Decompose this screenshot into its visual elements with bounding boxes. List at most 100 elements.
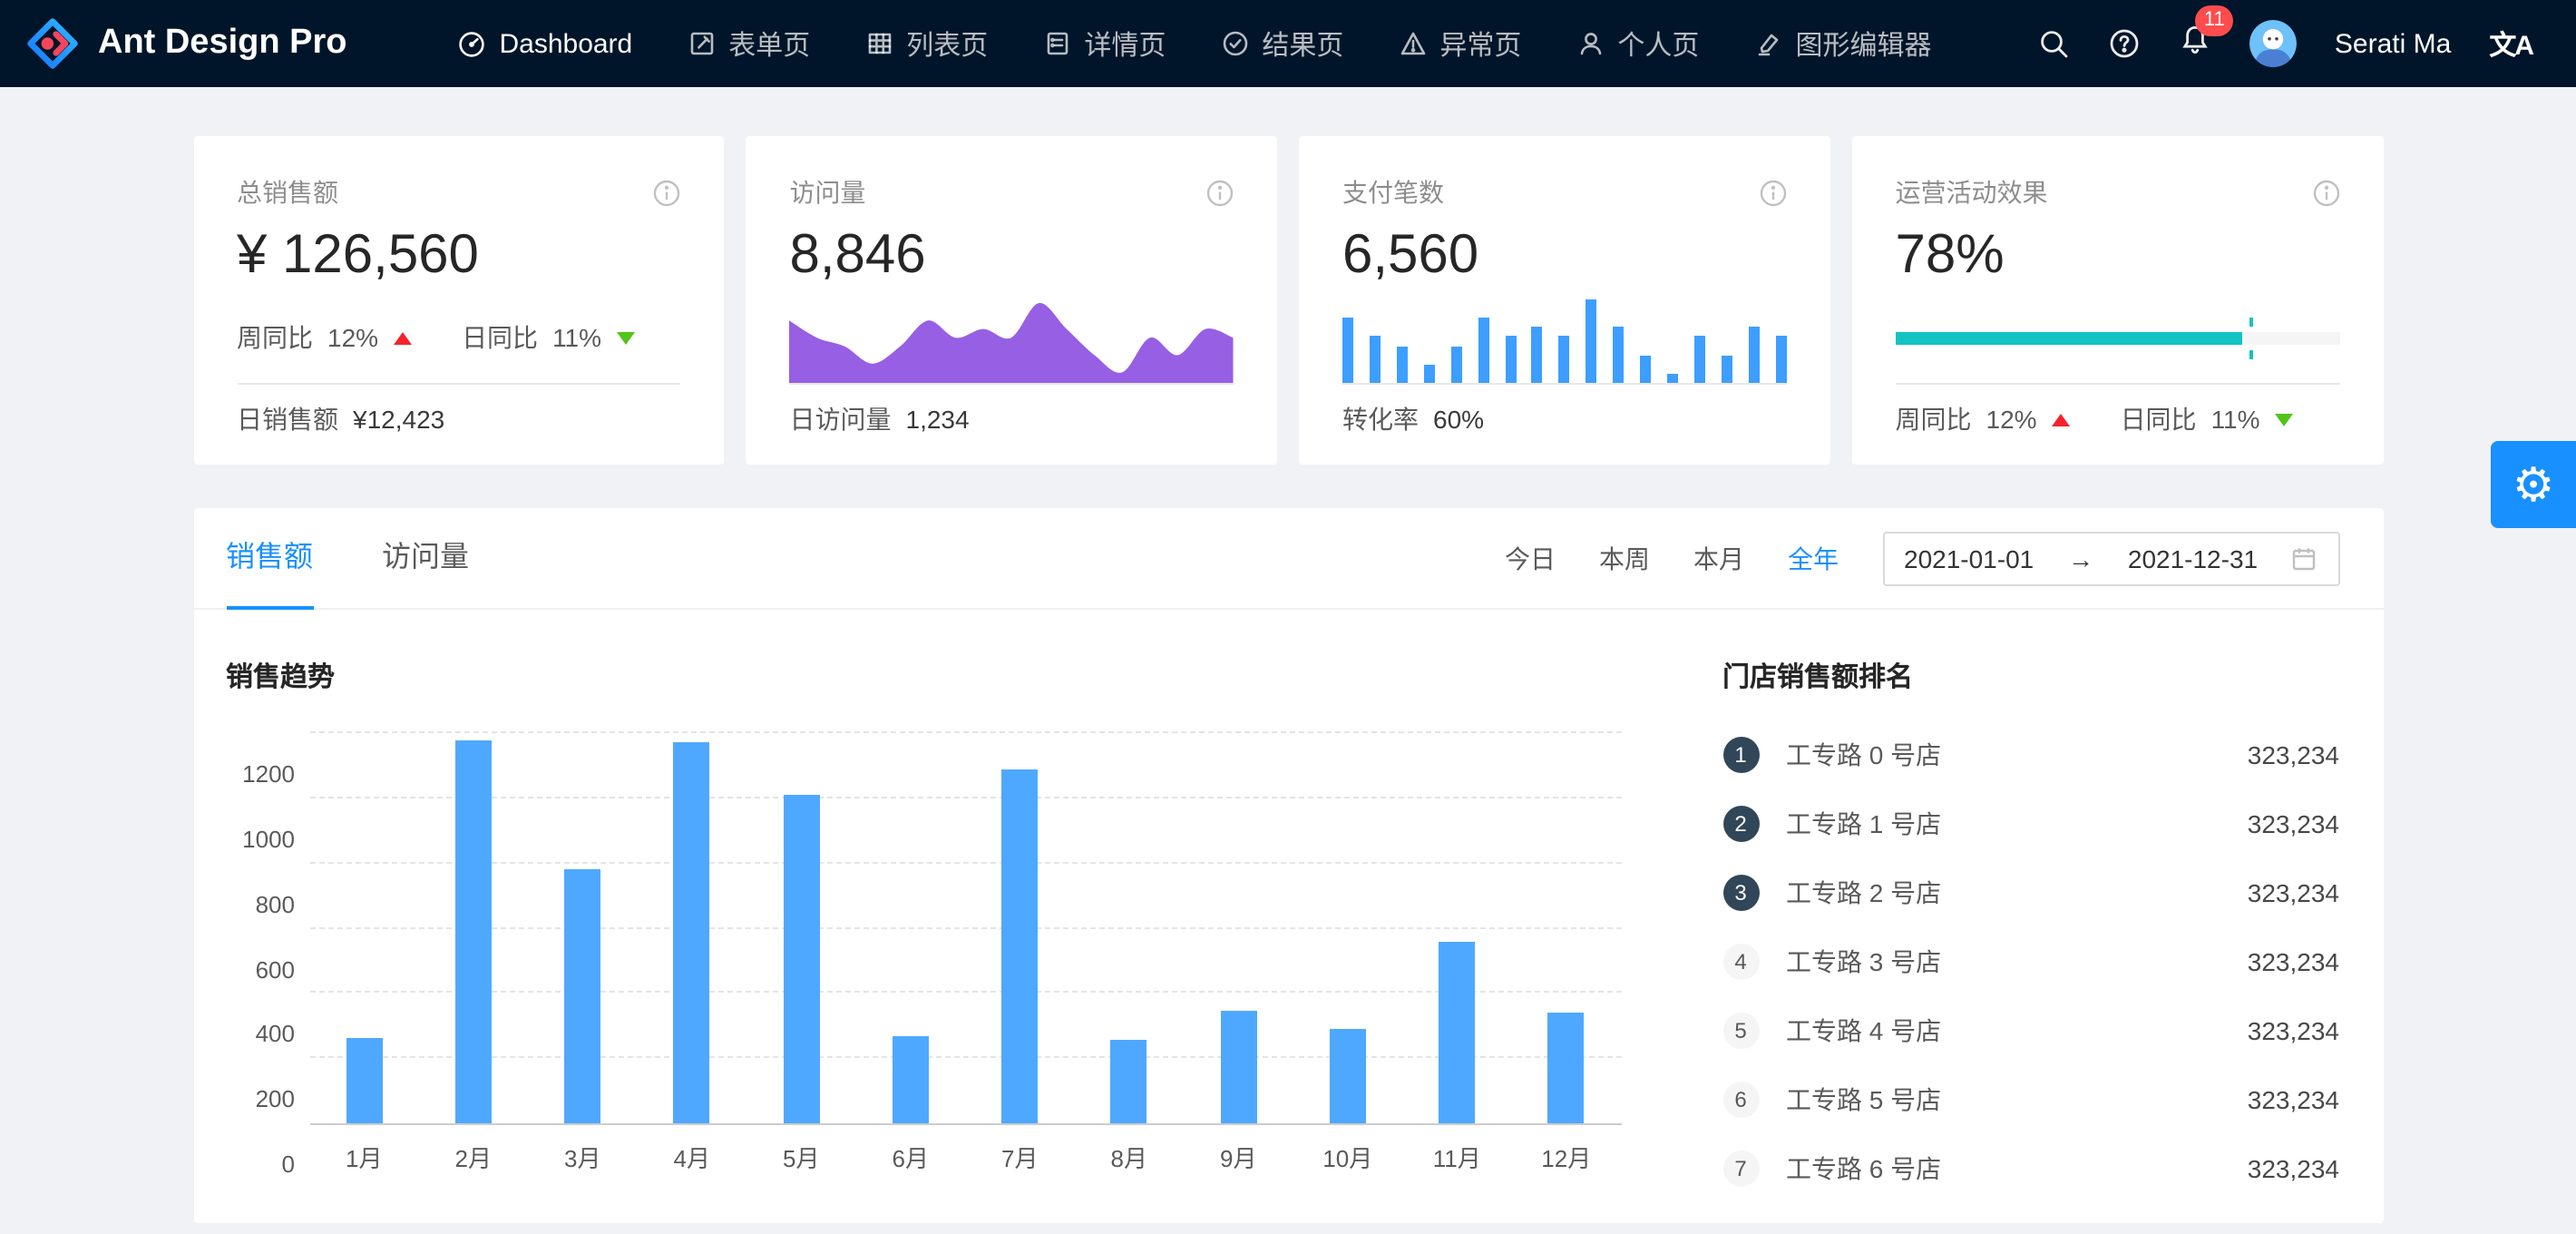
mini-bar: [1749, 328, 1760, 383]
sales-panel-body: 销售趋势 1月2月3月4月5月6月7月8月9月10月11月12月 0200400…: [193, 610, 2383, 1203]
x-axis-label: 4月: [638, 1140, 747, 1174]
mini-bar: [1722, 355, 1732, 383]
sales-bar-4月: [674, 743, 710, 1123]
table-icon: [864, 29, 893, 58]
x-axis-label: 11月: [1402, 1140, 1512, 1174]
chart-title: 销售趋势: [226, 657, 1639, 695]
notifications-bell[interactable]: 11: [2179, 23, 2211, 64]
sales-bar-3月: [564, 869, 600, 1123]
card-payments: 支付笔数 6,560 转化率60%: [1299, 136, 1830, 465]
header-actions: 11 Serati Ma 文A: [2037, 20, 2532, 67]
app-logo: [25, 16, 80, 71]
avatar[interactable]: [2249, 20, 2297, 67]
tab-visits[interactable]: 访问量: [382, 508, 469, 609]
nav-graph-editor[interactable]: 图形编辑器: [1726, 0, 1958, 87]
brand-title: Ant Design Pro: [98, 24, 346, 64]
mini-bar: [1586, 299, 1597, 383]
sales-bar-chart: 1月2月3月4月5月6月7月8月9月10月11月12月 020040060080…: [226, 735, 1639, 1174]
range-week[interactable]: 本周: [1599, 540, 1650, 576]
sales-tabbar: 销售额 访问量 今日 本周 本月 全年 2021-01-01 → 2021-12…: [193, 508, 2383, 610]
ranking-item: 4工专路 3 号店323,234: [1722, 927, 2339, 996]
theme-settings-button[interactable]: ⚙: [2491, 441, 2576, 528]
gear-icon: ⚙: [2513, 461, 2555, 508]
mini-bar: [1342, 318, 1353, 383]
form-icon: [687, 29, 716, 58]
card-title: 支付笔数: [1342, 174, 1444, 211]
nav-form-page[interactable]: 表单页: [659, 0, 837, 87]
date-range-picker[interactable]: 2021-01-01 → 2021-12-31: [1882, 531, 2339, 585]
date-end-input[interactable]: 2021-12-31: [2128, 544, 2258, 573]
info-icon[interactable]: [1760, 179, 1787, 206]
nav-dashboard[interactable]: Dashboard: [430, 0, 659, 87]
caret-down-icon: [616, 331, 634, 344]
ranking-list: 1工专路 0 号店323,2342工专路 1 号店323,2343工专路 2 号…: [1722, 720, 2339, 1203]
mini-bar: [1559, 337, 1570, 383]
x-axis-label: 6月: [856, 1140, 966, 1174]
nav-exception-page[interactable]: 异常页: [1371, 0, 1548, 87]
calendar-icon: [2292, 545, 2317, 571]
visits-area-chart: [790, 299, 1234, 383]
store-name: 工专路 6 号店: [1786, 1151, 1941, 1187]
nav-detail-page[interactable]: 详情页: [1015, 0, 1193, 87]
card-footer: 转化率60%: [1342, 385, 1787, 437]
date-range-arrow-icon: →: [2068, 544, 2093, 573]
nav-result-page[interactable]: 结果页: [1193, 0, 1371, 87]
mini-bar: [1397, 346, 1408, 383]
x-axis-label: 9月: [1184, 1140, 1293, 1174]
sales-bar-12月: [1548, 1013, 1585, 1123]
y-axis-label: 400: [226, 1021, 295, 1048]
card-title: 运营活动效果: [1896, 174, 2048, 211]
range-today[interactable]: 今日: [1505, 540, 1556, 576]
rank-badge: 2: [1722, 806, 1759, 842]
store-sales-value: 323,234: [2248, 878, 2339, 907]
gridline: [309, 1056, 1621, 1058]
caret-down-icon: [2275, 413, 2293, 426]
info-icon[interactable]: [2312, 179, 2339, 206]
translate-icon[interactable]: 文A: [2489, 24, 2532, 63]
gridline: [309, 797, 1621, 798]
mini-bar: [1613, 328, 1624, 383]
ranking-item: 3工专路 2 号店323,234: [1722, 858, 2339, 927]
ranking-item: 7工专路 6 号店323,234: [1722, 1134, 2339, 1203]
x-axis-label: 2月: [419, 1140, 529, 1174]
search-icon[interactable]: [2037, 27, 2070, 60]
x-axis-label: 5月: [746, 1140, 856, 1174]
top-menu: Dashboard 表单页 列表页 详情页 结果页 异常页: [430, 0, 1958, 87]
warning-icon: [1398, 29, 1427, 58]
ranking-item: 1工专路 0 号店323,234: [1722, 720, 2339, 789]
user-icon: [1576, 29, 1605, 58]
check-circle-icon: [1220, 29, 1249, 58]
nav-account-page[interactable]: 个人页: [1548, 0, 1726, 87]
nav-list-page[interactable]: 列表页: [837, 0, 1015, 87]
user-name[interactable]: Serati Ma: [2335, 28, 2451, 59]
range-month[interactable]: 本月: [1693, 540, 1744, 576]
store-name: 工专路 4 号店: [1786, 1013, 1941, 1049]
brand[interactable]: Ant Design Pro: [25, 16, 346, 71]
tab-sales[interactable]: 销售额: [226, 508, 313, 609]
card-footer: 日销售额¥12,423: [237, 385, 681, 437]
store-sales-value: 323,234: [2248, 1085, 2339, 1114]
rank-badge: 1: [1722, 737, 1759, 773]
help-icon[interactable]: [2108, 27, 2141, 60]
card-title: 总销售额: [237, 174, 338, 211]
rank-badge: 7: [1722, 1151, 1759, 1187]
mini-bar: [1505, 337, 1516, 383]
dashboard-icon: [457, 29, 486, 58]
sales-bar-2月: [455, 741, 492, 1123]
sales-bar-7月: [1001, 770, 1038, 1123]
ranking-item: 5工专路 4 号店323,234: [1722, 996, 2339, 1065]
sales-bar-10月: [1330, 1030, 1366, 1123]
date-start-input[interactable]: 2021-01-01: [1904, 544, 2034, 573]
ranking-item: 2工专路 1 号店323,234: [1722, 789, 2339, 858]
range-year[interactable]: 全年: [1788, 540, 1839, 576]
y-axis-label: 800: [226, 890, 295, 917]
mini-bar: [1424, 365, 1435, 383]
caret-up-icon: [2052, 413, 2070, 426]
notification-badge: 11: [2195, 5, 2234, 35]
info-icon[interactable]: [1206, 179, 1234, 206]
store-name: 工专路 2 号店: [1786, 875, 1941, 911]
mini-bar: [1640, 355, 1651, 383]
info-icon[interactable]: [654, 179, 681, 206]
gridline: [309, 731, 1621, 733]
sales-bar-5月: [783, 794, 819, 1123]
